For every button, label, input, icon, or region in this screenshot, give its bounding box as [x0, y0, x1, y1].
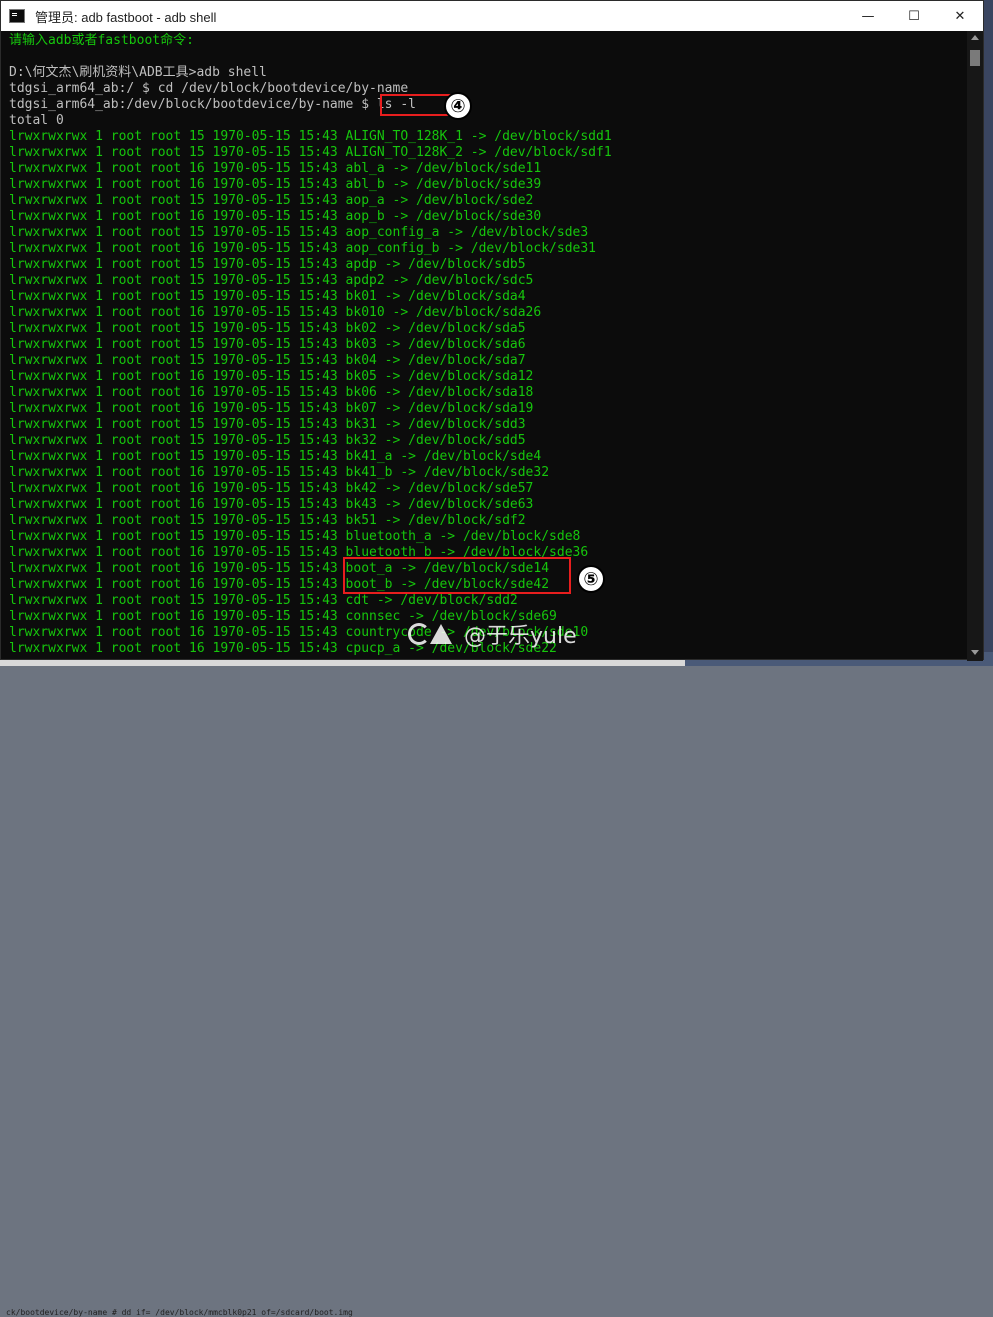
listing-row: lrwxrwxrwx 1 root root 16 1970-05-15 15:… [9, 465, 550, 480]
listing-row: lrwxrwxrwx 1 root root 15 1970-05-15 15:… [9, 289, 526, 304]
listing-row: lrwxrwxrwx 1 root root 15 1970-05-15 15:… [9, 129, 612, 144]
console-line-total: total 0 [9, 113, 64, 128]
listing-row: lrwxrwxrwx 1 root root 16 1970-05-15 15:… [9, 497, 534, 512]
listing-row: lrwxrwxrwx 1 root root 15 1970-05-15 15:… [9, 145, 612, 160]
listing-row: lrwxrwxrwx 1 root root 16 1970-05-15 15:… [9, 305, 542, 320]
listing-row: lrwxrwxrwx 1 root root 15 1970-05-15 15:… [9, 433, 526, 448]
console-app-icon[interactable] [9, 9, 25, 23]
listing-row: lrwxrwxrwx 1 root root 16 1970-05-15 15:… [9, 177, 542, 192]
listing-row: lrwxrwxrwx 1 root root 15 1970-05-15 15:… [9, 513, 526, 528]
vertical-scrollbar[interactable] [967, 31, 983, 661]
listing-row: lrwxrwxrwx 1 root root 15 1970-05-15 15:… [9, 529, 581, 544]
step-5-marker: ⑤ [577, 565, 605, 593]
watermark-text: @于乐yule [464, 624, 577, 649]
listing-row: lrwxrwxrwx 1 root root 16 1970-05-15 15:… [9, 209, 542, 224]
listing-row: lrwxrwxrwx 1 root root 15 1970-05-15 15:… [9, 593, 518, 608]
scroll-up-arrow-icon[interactable] [971, 35, 979, 40]
minimize-button[interactable]: — [845, 1, 891, 31]
listing-row: lrwxrwxrwx 1 root root 16 1970-05-15 15:… [9, 481, 534, 496]
listing-row: lrwxrwxrwx 1 root root 16 1970-05-15 15:… [9, 241, 596, 256]
scroll-thumb[interactable] [970, 50, 980, 66]
listing-row: lrwxrwxrwx 1 root root 15 1970-05-15 15:… [9, 257, 526, 272]
step-4-marker: ④ [444, 92, 472, 120]
listing-row: lrwxrwxrwx 1 root root 15 1970-05-15 15:… [9, 337, 526, 352]
listing-row: lrwxrwxrwx 1 root root 16 1970-05-15 15:… [9, 161, 542, 176]
listing-row: lrwxrwxrwx 1 root root 15 1970-05-15 15:… [9, 321, 526, 336]
console-line-cd: tdgsi_arm64_ab:/ $ cd /dev/block/bootdev… [9, 81, 409, 96]
prompt-message: 请输入adb或者fastboot命令: [9, 33, 194, 48]
listing-row: lrwxrwxrwx 1 root root 15 1970-05-15 15:… [9, 353, 526, 368]
listing-row: lrwxrwxrwx 1 root root 15 1970-05-15 15:… [9, 417, 526, 432]
watermark-logo-icon [408, 621, 458, 647]
title-bar[interactable]: 管理员: adb fastboot - adb shell — ☐ ✕ [1, 1, 983, 31]
background-command-text: ck/bootdevice/by-name # dd if= /dev/bloc… [6, 1308, 353, 1317]
listing-row: lrwxrwxrwx 1 root root 15 1970-05-15 15:… [9, 193, 534, 208]
listing-row: lrwxrwxrwx 1 root root 15 1970-05-15 15:… [9, 449, 542, 464]
listing-row: lrwxrwxrwx 1 root root 15 1970-05-15 15:… [9, 225, 589, 240]
close-button[interactable]: ✕ [937, 1, 983, 31]
boot-partitions-highlight [343, 557, 571, 594]
watermark: @于乐yule [408, 618, 577, 650]
window-title: 管理员: adb fastboot - adb shell [35, 9, 217, 25]
window-controls: — ☐ ✕ [845, 1, 983, 31]
console-line-ls: tdgsi_arm64_ab:/dev/block/bootdevice/by-… [9, 97, 416, 112]
scroll-down-arrow-icon[interactable] [971, 650, 979, 655]
desktop-background [984, 0, 993, 666]
console-line-adb-shell: D:\何文杰\刷机资料\ADB工具>adb shell [9, 65, 267, 80]
listing-row: lrwxrwxrwx 1 root root 16 1970-05-15 15:… [9, 401, 534, 416]
maximize-button[interactable]: ☐ [891, 1, 937, 31]
listing-row: lrwxrwxrwx 1 root root 16 1970-05-15 15:… [9, 385, 534, 400]
listing-row: lrwxrwxrwx 1 root root 15 1970-05-15 15:… [9, 273, 534, 288]
listing-row: lrwxrwxrwx 1 root root 16 1970-05-15 15:… [9, 369, 534, 384]
